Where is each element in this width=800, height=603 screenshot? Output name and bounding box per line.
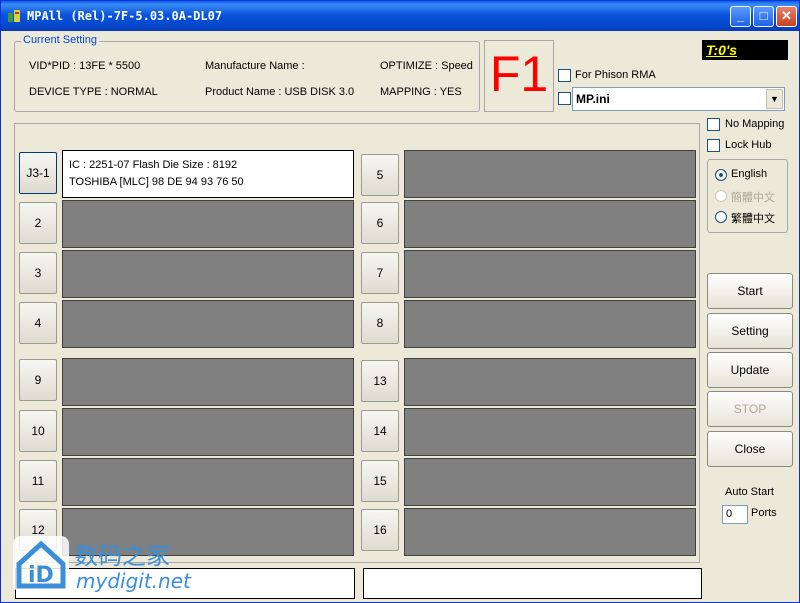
f1-text: F1 [489, 46, 549, 102]
port-status-10 [62, 408, 354, 456]
port-status-13 [404, 358, 696, 406]
port-button-11[interactable]: 11 [19, 460, 57, 502]
watermark-en-text: mydigit.net [76, 569, 191, 593]
status-box-right [363, 568, 702, 599]
port-button-8[interactable]: 8 [361, 302, 399, 344]
auto-start-ports-input[interactable]: 0 [722, 505, 748, 524]
port-button-2[interactable]: 2 [19, 202, 57, 244]
port-button-13[interactable]: 13 [361, 360, 399, 402]
chevron-down-icon[interactable]: ▼ [766, 89, 783, 109]
setting-button[interactable]: Setting [707, 313, 793, 349]
close-window-button[interactable]: ✕ [776, 6, 797, 27]
port-status-3 [62, 250, 354, 298]
port-status-2 [62, 200, 354, 248]
port-status-6 [404, 200, 696, 248]
app-icon [8, 10, 20, 22]
vid-pid-text: VID*PID : 13FE * 5500 [29, 60, 141, 72]
port-status-16 [404, 508, 696, 556]
title-bar[interactable]: MPAll (Rel)-7F-5.03.0A-DL07 _ □ ✕ [1, 1, 799, 31]
product-name-text: Product Name : USB DISK 3.0 [205, 86, 355, 98]
window-title: MPAll (Rel)-7F-5.03.0A-DL07 [27, 9, 223, 23]
main-window: MPAll (Rel)-7F-5.03.0A-DL07 _ □ ✕ Curren… [0, 0, 800, 603]
port-status-11 [62, 458, 354, 506]
port-status-9 [62, 358, 354, 406]
f1-indicator: F1 [484, 40, 554, 112]
manufacture-name-text: Manufacture Name : [205, 60, 305, 72]
port-button-6[interactable]: 6 [361, 202, 399, 244]
port-button-1[interactable]: J3-1 [19, 152, 57, 194]
port-1-flash-info: TOSHIBA [MLC] 98 DE 94 93 76 50 [69, 176, 244, 188]
port-info-1: IC : 2251-07 Flash Die Size : 8192 TOSHI… [62, 150, 354, 198]
port-status-14 [404, 408, 696, 456]
port-button-7[interactable]: 7 [361, 252, 399, 294]
auto-start-unit-label: Ports [751, 507, 777, 519]
watermark-cn-text: 数码之家 [74, 542, 170, 570]
port-button-16[interactable]: 16 [361, 509, 399, 551]
port-status-5 [404, 150, 696, 198]
start-button[interactable]: Start [707, 273, 793, 309]
house-logo-icon: iD [13, 536, 69, 592]
traditional-chinese-label: 繁體中文 [731, 213, 775, 225]
for-phison-rma-label: For Phison RMA [575, 69, 656, 81]
port-1-ic-info: IC : 2251-07 Flash Die Size : 8192 [69, 159, 238, 171]
lock-hub-checkbox[interactable] [707, 139, 720, 152]
auto-start-label: Auto Start [725, 486, 774, 498]
port-button-3[interactable]: 3 [19, 252, 57, 294]
port-status-4 [62, 300, 354, 348]
ini-file-value: MP.ini [576, 92, 610, 106]
timer-display: T:0's [702, 40, 788, 60]
port-button-14[interactable]: 14 [361, 410, 399, 452]
simplified-chinese-radio [715, 190, 727, 202]
no-mapping-label: No Mapping [725, 118, 785, 130]
current-setting-group: Current Setting VID*PID : 13FE * 5500 DE… [14, 34, 480, 112]
port-button-4[interactable]: 4 [19, 302, 57, 344]
optimize-text: OPTIMIZE : Speed [380, 60, 473, 72]
ini-file-select[interactable]: MP.ini ▼ [572, 87, 785, 111]
port-button-9[interactable]: 9 [19, 359, 57, 401]
for-phison-rma-checkbox[interactable] [558, 69, 571, 82]
port-status-15 [404, 458, 696, 506]
port-button-5[interactable]: 5 [361, 154, 399, 196]
lock-hub-label: Lock Hub [725, 139, 772, 151]
port-button-10[interactable]: 10 [19, 410, 57, 452]
mapping-text: MAPPING : YES [380, 86, 462, 98]
simplified-chinese-label: 簡體中文 [731, 192, 775, 204]
english-label: English [731, 168, 768, 180]
port-status-7 [404, 250, 696, 298]
device-type-text: DEVICE TYPE : NORMAL [29, 86, 158, 98]
no-mapping-checkbox[interactable] [707, 118, 720, 131]
maximize-button[interactable]: □ [753, 6, 774, 27]
svg-text:iD: iD [28, 563, 54, 588]
current-setting-label: Current Setting [21, 34, 99, 46]
language-group: English 簡體中文 繁體中文 [707, 159, 788, 233]
update-button[interactable]: Update [707, 352, 793, 388]
port-status-8 [404, 300, 696, 348]
port-button-15[interactable]: 15 [361, 460, 399, 502]
watermark-logo: iD 数码之家 mydigit.net [11, 534, 196, 596]
ini-file-checkbox[interactable] [558, 92, 571, 105]
traditional-chinese-radio[interactable] [715, 211, 727, 223]
english-radio[interactable] [715, 169, 727, 181]
close-button[interactable]: Close [707, 431, 793, 467]
stop-button: STOP [707, 391, 793, 427]
minimize-button[interactable]: _ [730, 6, 751, 27]
